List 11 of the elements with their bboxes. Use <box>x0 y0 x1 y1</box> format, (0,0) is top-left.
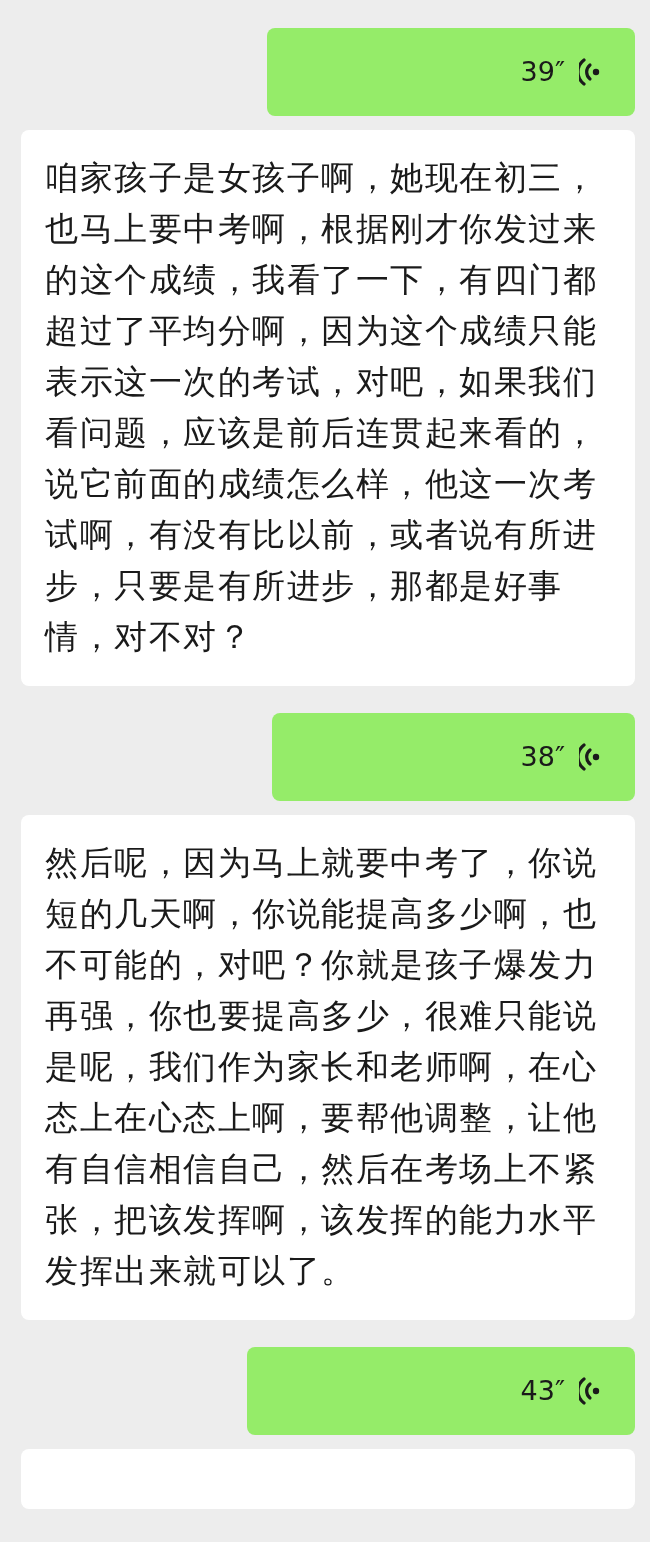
transcript-text: 然后呢，因为马上就要中考了，你说短的几天啊，你说能提高多少啊，也不可能的，对吧？你就是孩子爆发力再强，你也要提高多少，很难只能说是呢，我们作为家长和老师啊，在心态上在心态上啊，要帮他调整，让他有自信相信自己，然后在考场上不紧张，把该发挥啊，该发挥的能力水平发挥出来就可以了。 <box>45 842 598 1292</box>
voice-icon <box>579 57 601 87</box>
voice-message[interactable]: 39″ <box>267 28 635 116</box>
voice-icon <box>579 1376 601 1406</box>
voice-message[interactable]: 43″ <box>247 1347 635 1435</box>
voice-message[interactable]: 38″ <box>272 713 635 801</box>
voice-duration: 38″ <box>520 739 565 774</box>
voice-icon <box>579 742 601 772</box>
voice-duration: 43″ <box>520 1373 565 1408</box>
transcript-text: 咱家孩子是女孩子啊，她现在初三，也马上要中考啊，根据刚才你发过来的这个成绩，我看了一下，有四门都超过了平均分啊，因为这个成绩只能表示这一次的考试，对吧，如果我们看问题，应该是前后连贯起来看的，说它前面的成绩怎么样，他这一次考试啊，有没有比以前，或者说有所进步，只要是有所进步，那都是好事情，对不对？ <box>45 157 598 658</box>
voice-duration: 39″ <box>520 54 565 89</box>
